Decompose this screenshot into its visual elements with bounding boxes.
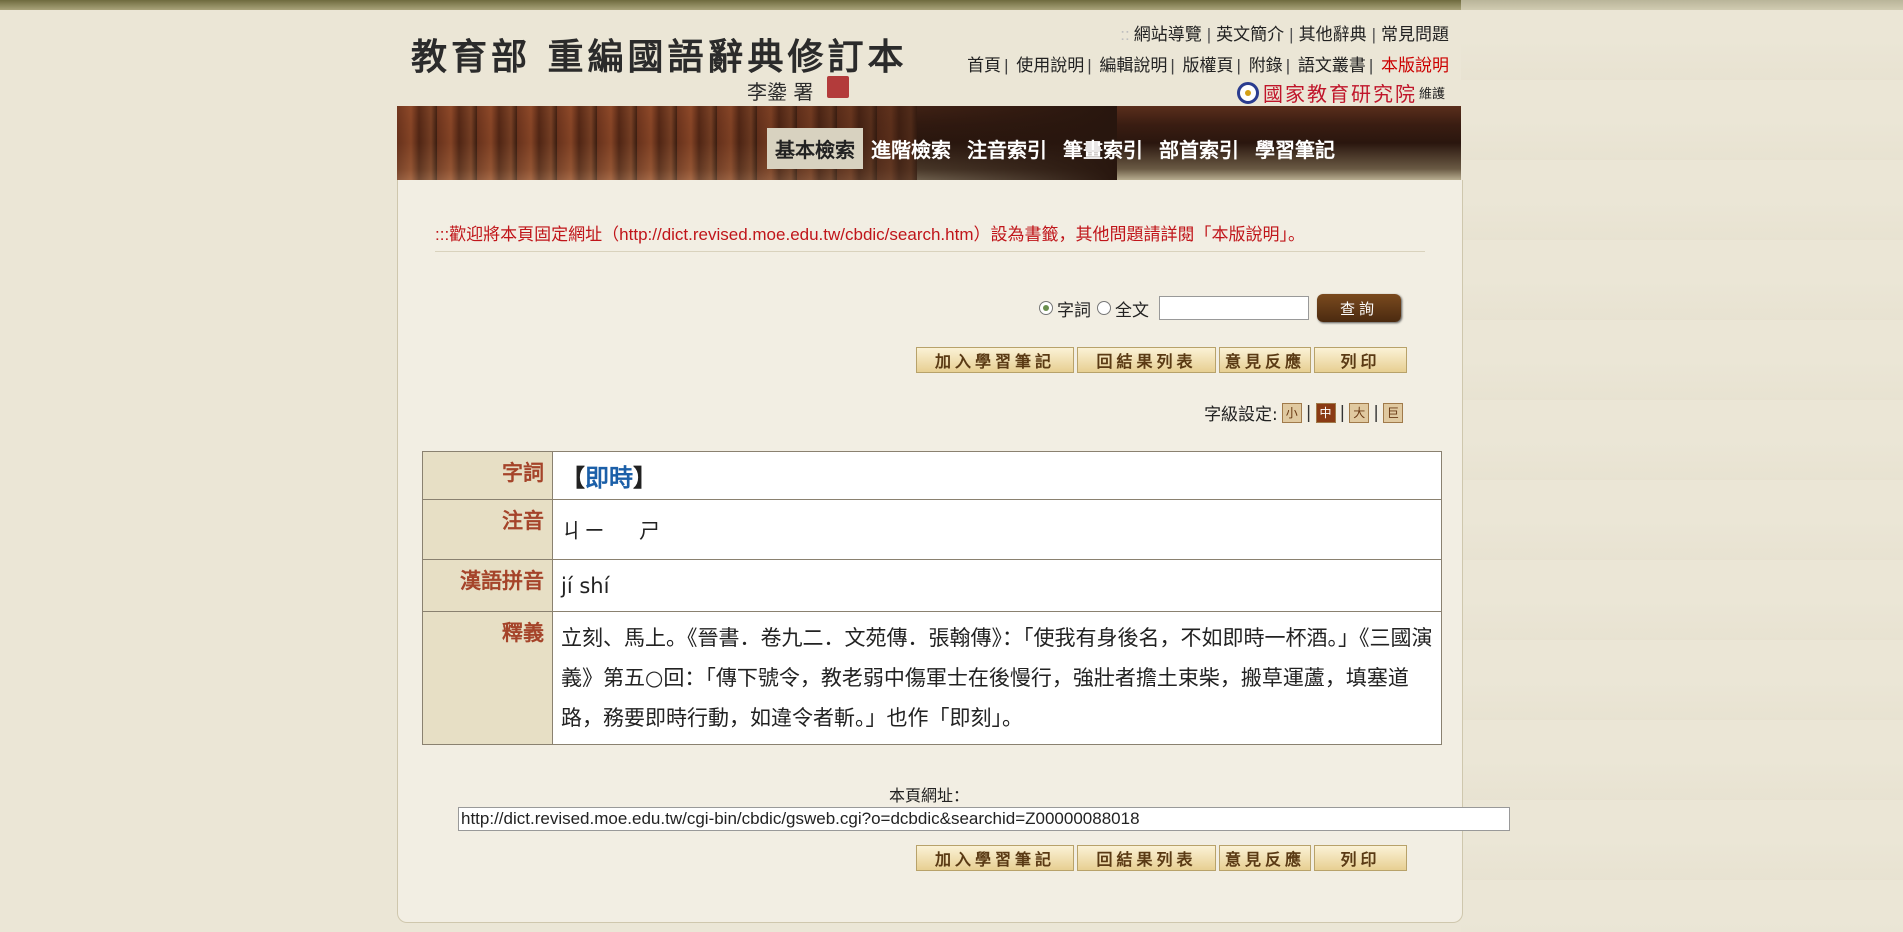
label-definition: 釋義 [422,611,553,745]
row-pinyin: 漢語拼音 jí shí [422,559,1442,612]
link-english-intro[interactable]: 英文簡介 [1216,25,1284,44]
page-container: 教育部 重編國語辭典修訂本 李鍌 署 :: 網站導覽 | 英文簡介 | 其他辭典 | 常見問題… [397,10,1510,923]
row-definition: 釋義 立刻、馬上。《晉書．卷九二．文苑傳．張翰傳》：「使我有身後名，不如即時一杯… [422,611,1442,745]
maintainer[interactable]: 國家教育研究院 維護 [1236,78,1445,107]
font-size-large[interactable]: 大 [1349,402,1370,423]
bracket-close: 】 [633,464,657,492]
font-size-medium[interactable]: 中 [1315,402,1336,423]
radio-word[interactable] [1039,301,1053,315]
link-usage[interactable]: 使用說明 [1016,56,1084,75]
link-edition-notes[interactable]: 本版說明 [1381,56,1449,75]
top-links: :: 網站導覽 | 英文簡介 | 其他辭典 | 常見問題 [1120,20,1449,45]
tab-radical-index[interactable]: 部首索引 [1151,128,1247,169]
font-size-huge[interactable]: 巨 [1383,402,1403,423]
separator: | [1371,25,1376,44]
print-button[interactable]: 列印 [1314,845,1407,871]
link-appendix[interactable]: 附錄 [1249,56,1283,75]
radio-word-label[interactable]: 字詞 [1057,296,1091,321]
link-copyright[interactable]: 版權頁 [1183,56,1234,75]
link-publications[interactable]: 語文叢書 [1298,56,1366,75]
tab-study-notes[interactable]: 學習筆記 [1247,128,1343,169]
link-other-dictionaries[interactable]: 其他辭典 [1299,25,1367,44]
tab-stroke-index[interactable]: 筆畫索引 [1055,128,1151,169]
search-bar: 字詞 全文 查詢 [1039,294,1401,322]
zhuyin-syllable: ㄕ [639,518,662,543]
feedback-button[interactable]: 意見反應 [1219,845,1311,871]
dots-icon: :: [1120,25,1130,44]
page-url-field[interactable]: http://dict.revised.moe.edu.tw/cgi-bin/c… [458,807,1510,831]
search-input[interactable] [1159,296,1309,320]
label-zhuyin: 注音 [422,499,553,560]
link-faq[interactable]: 常見問題 [1381,25,1449,44]
print-button[interactable]: 列印 [1314,347,1407,373]
separator: | [1236,56,1241,75]
separator: | [1170,56,1175,75]
main-nav: 基本檢索 進階檢索 注音索引 筆畫索引 部首索引 學習筆記 [397,106,1461,180]
maintainer-suffix: 維護 [1418,87,1445,102]
naer-logo-icon [1236,81,1259,104]
link-editorial[interactable]: 編輯說明 [1099,56,1167,75]
add-note-button[interactable]: 加入學習筆記 [916,347,1074,373]
separator: | [1285,56,1291,75]
search-button[interactable]: 查詢 [1317,294,1401,322]
bookmark-notice: :::歡迎將本頁固定網址（http://dict.revised.moe.edu… [435,220,1425,252]
zhuyin-syllable: ㄐㄧ [561,518,607,543]
toolbar-top: 加入學習筆記 回結果列表 意見反應 列印 [913,347,1407,373]
radio-fulltext-label[interactable]: 全文 [1115,296,1149,321]
value-word: 【即時】 [552,451,1442,500]
site-logo[interactable]: 教育部 重編國語辭典修訂本 李鍌 署 [411,18,904,108]
feedback-button[interactable]: 意見反應 [1219,347,1311,373]
add-note-button[interactable]: 加入學習筆記 [916,845,1074,871]
sub-links: 首頁 | 使用說明 | 編輯說明 | 版權頁 | 附錄 | 語文叢書 | 本版說明 [967,51,1449,76]
row-word: 字詞 【即時】 [422,451,1442,500]
font-size-setting: 字級設定: 小 | 中 | 大 | 巨 [1204,400,1407,425]
logo-title: 教育部 重編國語辭典修訂本 [411,36,908,78]
bracket-open: 【 [561,464,585,492]
value-definition: 立刻、馬上。《晉書．卷九二．文苑傳．張翰傳》：「使我有身後名，不如即時一杯酒。」… [552,611,1442,745]
separator: | [1373,402,1379,423]
tab-zhuyin-index[interactable]: 注音索引 [959,128,1055,169]
seal-icon [827,76,849,98]
logo-signature: 李鍌 署 [747,80,814,104]
separator: | [1004,56,1009,75]
maintainer-name: 國家教育研究院 [1262,82,1417,106]
separator: | [1339,402,1346,423]
separator: | [1305,402,1312,423]
tab-basic-search[interactable]: 基本檢索 [767,128,863,169]
value-pinyin: jí shí [552,559,1442,612]
page-url-label: 本頁網址： [888,786,969,805]
separator: | [1206,25,1212,44]
tab-advanced-search[interactable]: 進階檢索 [863,128,959,169]
radio-fulltext[interactable] [1097,301,1111,315]
font-size-small[interactable]: 小 [1281,402,1302,423]
nav-tabs: 基本檢索 進階檢索 注音索引 筆畫索引 部首索引 學習筆記 [767,128,1343,169]
separator: | [1289,25,1294,44]
back-to-results-button[interactable]: 回結果列表 [1077,845,1216,871]
headword: 即時 [585,464,633,492]
toolbar-bottom: 加入學習筆記 回結果列表 意見反應 列印 [913,845,1407,871]
link-home[interactable]: 首頁 [967,56,1001,75]
label-pinyin: 漢語拼音 [422,559,553,612]
background-decoration [1461,0,1903,932]
label-word: 字詞 [422,451,553,500]
link-site-map[interactable]: 網站導覽 [1134,25,1202,44]
value-zhuyin: ㄐㄧ ㄕ [552,499,1442,560]
separator: | [1368,56,1374,75]
back-to-results-button[interactable]: 回結果列表 [1077,347,1216,373]
entry-table: 字詞 【即時】 注音 ㄐㄧ ㄕ 漢語拼音 jí shí 釋義 立刻、馬上。《晉書．… [422,451,1442,745]
row-zhuyin: 注音 ㄐㄧ ㄕ [422,499,1442,560]
separator: | [1087,56,1092,75]
font-size-label: 字級設定: [1204,405,1278,425]
